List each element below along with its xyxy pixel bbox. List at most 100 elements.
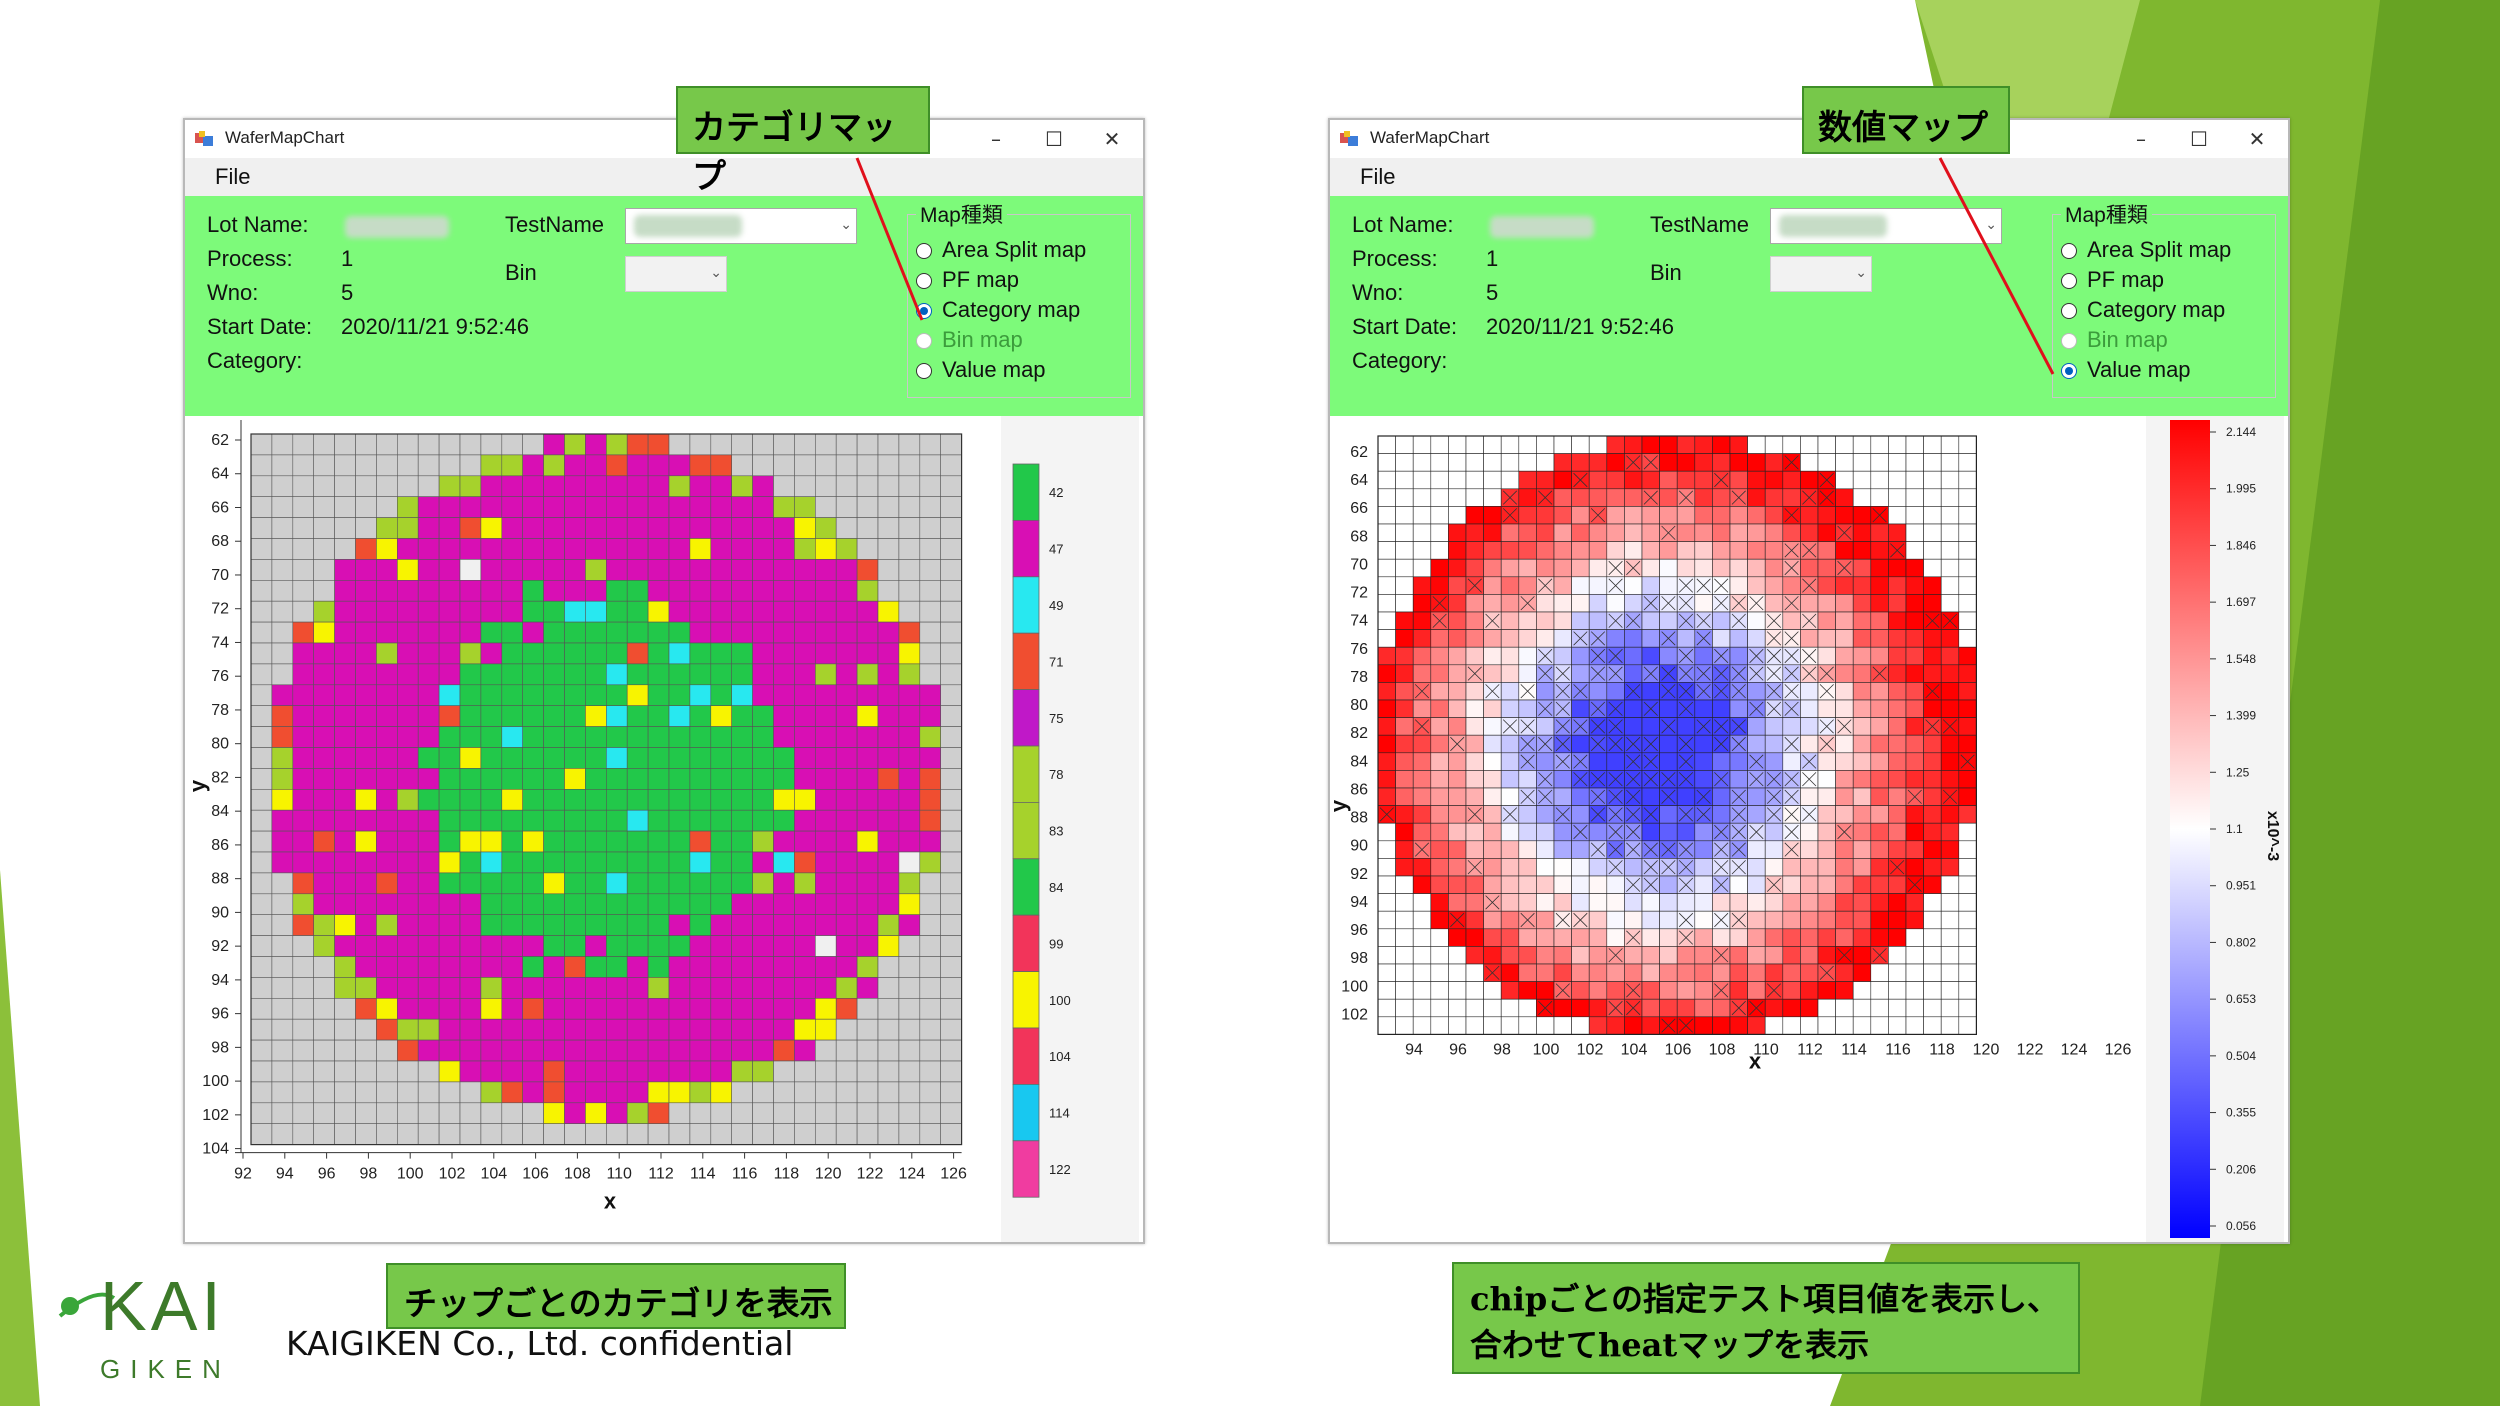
- wafer-cell: [877, 893, 900, 915]
- wafer-cell: [417, 496, 440, 518]
- wafer-cell: [668, 1081, 691, 1104]
- x-tick-label: 106: [522, 1166, 549, 1183]
- heat-cell: [1624, 646, 1643, 666]
- heat-cell: [1553, 594, 1572, 613]
- heat-cell: [1659, 998, 1678, 1018]
- y-tick-label: 82: [1350, 725, 1368, 742]
- wafer-cell: [773, 475, 795, 497]
- wafer-cell: [376, 747, 398, 769]
- testname-select[interactable]: ⌄: [625, 208, 857, 244]
- wafer-cell: [940, 663, 962, 686]
- left-window: WaferMapChart – ☐ ✕ File Lot Name: Proce…: [183, 118, 1145, 1244]
- wafer-cell: [626, 935, 649, 957]
- heat-cell: [1430, 963, 1449, 982]
- close-icon[interactable]: ✕: [2228, 122, 2286, 156]
- heat-cell: [1940, 523, 1960, 542]
- radio-icon: [2061, 333, 2077, 349]
- heat-cell: [1395, 787, 1414, 806]
- heat-cell: [1571, 893, 1590, 912]
- heat-cell: [1483, 558, 1502, 578]
- window-titlebar[interactable]: WaferMapChart – ☐ ✕: [185, 120, 1143, 158]
- wafer-cell: [668, 788, 691, 811]
- wafer-cell: [376, 851, 398, 874]
- legend-swatch: [1012, 745, 1040, 803]
- heat-cell: [1676, 822, 1696, 842]
- maximize-icon[interactable]: ☐: [2170, 122, 2228, 156]
- wafer-cell: [605, 1081, 628, 1104]
- heat-cell: [1817, 840, 1836, 859]
- heat-cell: [1694, 523, 1713, 542]
- wafer-cell: [647, 705, 670, 727]
- wafer-cell: [438, 621, 461, 644]
- heat-cell: [1606, 910, 1625, 930]
- wafer-cell: [898, 642, 921, 665]
- wafer-cell: [835, 580, 858, 602]
- heat-cell: [1712, 506, 1731, 525]
- wafer-cell: [794, 559, 816, 581]
- wafer-cell: [752, 1039, 774, 1062]
- bin-select[interactable]: ⌄: [1770, 256, 1872, 292]
- y-tick-label: 104: [202, 1141, 229, 1158]
- y-tick-label: 68: [1350, 528, 1368, 545]
- heat-cell: [1588, 963, 1608, 982]
- maximize-icon[interactable]: ☐: [1025, 122, 1083, 156]
- wafer-cell: [731, 1060, 753, 1083]
- wafer-cell: [835, 1123, 858, 1145]
- heat-cell: [1747, 734, 1766, 754]
- wafer-cell: [940, 830, 962, 853]
- heat-cell: [1641, 910, 1660, 930]
- wafer-cell: [522, 684, 544, 706]
- wafer-cell: [250, 663, 273, 686]
- heat-cell: [1536, 558, 1555, 578]
- wafer-cell: [647, 977, 670, 999]
- y-tick-label: 78: [1350, 669, 1368, 686]
- wafer-cell: [752, 830, 774, 853]
- bin-select[interactable]: ⌄: [625, 256, 727, 292]
- wafer-cell: [376, 1081, 398, 1104]
- wafer-cell: [773, 768, 795, 790]
- heat-cell: [1958, 1016, 1977, 1035]
- wafer-cell: [877, 851, 900, 874]
- heat-cell: [1377, 840, 1396, 859]
- menu-file[interactable]: File: [1360, 164, 1395, 190]
- wafer-cell: [668, 935, 691, 957]
- heat-cell: [1448, 822, 1467, 842]
- testname-select[interactable]: ⌄: [1770, 208, 2002, 244]
- wafer-cell: [376, 1123, 398, 1145]
- heat-cell: [1958, 558, 1977, 578]
- heat-cell: [1800, 928, 1819, 947]
- heat-cell: [1518, 435, 1537, 454]
- wafer-cell: [438, 914, 461, 936]
- menu-file[interactable]: File: [215, 164, 250, 190]
- minimize-icon[interactable]: –: [2112, 122, 2170, 156]
- heat-cell: [1641, 717, 1660, 736]
- heat-cell: [1747, 611, 1766, 630]
- minimize-icon[interactable]: –: [967, 122, 1025, 156]
- wafer-cell: [417, 747, 440, 769]
- wafer-cell: [940, 538, 962, 560]
- wafer-cell: [376, 1018, 398, 1041]
- wafer-cell: [605, 517, 628, 539]
- wafer-cell: [731, 893, 753, 915]
- wafer-cell: [647, 851, 670, 874]
- wafer-cell: [334, 1102, 356, 1124]
- wafer-cell: [710, 851, 732, 874]
- heat-cell: [1588, 998, 1608, 1018]
- heat-cell: [1729, 893, 1748, 912]
- wafer-cell: [271, 517, 294, 539]
- wafer-cell: [459, 475, 482, 497]
- heat-cell: [1659, 963, 1678, 982]
- heat-cell: [1676, 893, 1696, 912]
- heat-cell: [1641, 629, 1660, 648]
- heat-cell: [1377, 822, 1396, 842]
- wafer-cell: [292, 621, 315, 644]
- wafer-cell: [271, 621, 294, 644]
- wafer-cell: [438, 1039, 461, 1062]
- heat-cell: [1676, 453, 1696, 472]
- close-icon[interactable]: ✕: [1083, 122, 1141, 156]
- heat-cell: [1940, 858, 1960, 877]
- wafer-cell: [564, 788, 586, 811]
- heat-cell: [1676, 787, 1696, 806]
- heat-cell: [1764, 453, 1784, 472]
- wafer-cell: [731, 684, 753, 706]
